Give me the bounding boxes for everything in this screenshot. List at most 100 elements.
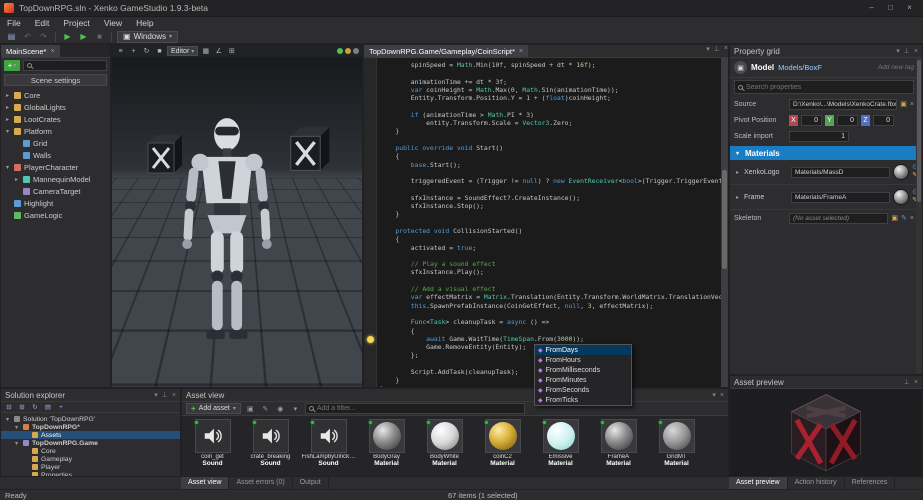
code-line[interactable]: if (animationTime > Math.PI * 3) — [380, 111, 721, 119]
code-line[interactable] — [380, 69, 721, 77]
code-line[interactable]: { — [380, 327, 721, 335]
play-icon[interactable]: ▶ — [61, 31, 74, 42]
pivot-y-field[interactable]: 0 — [837, 115, 858, 126]
code-line[interactable]: sfxInstance.Play(); — [380, 268, 721, 276]
lighting-icon[interactable] — [345, 48, 351, 54]
menu-icon[interactable]: ≡ — [115, 46, 126, 56]
code-line[interactable] — [380, 277, 721, 285]
tab-action-history[interactable]: Action history — [788, 477, 845, 489]
expand-icon[interactable]: ▸ — [4, 116, 11, 123]
asset-tile-fishlampbyulrick-liensensales[interactable]: FishLampbyUlrick-LiensenSalesSound — [301, 418, 356, 474]
close-icon[interactable]: × — [914, 379, 918, 386]
code-line[interactable]: animationTime += dt * 3f; — [380, 78, 721, 86]
collapse-icon[interactable]: ▾ — [4, 164, 11, 171]
menu-view[interactable]: View — [97, 17, 129, 30]
code-line[interactable]: spinSpeed = Math.Min(10f, spinSpeed + dt… — [380, 61, 721, 69]
scale-import-field[interactable]: 1 — [789, 131, 849, 142]
solution-tree-item-topdownrpg-game[interactable]: ▾TopDownRPG.Game — [1, 439, 180, 447]
add-asset-button[interactable]: + Add asset ▾ — [186, 403, 241, 414]
properties-icon[interactable]: ▤ — [43, 403, 53, 412]
tab-coinscript[interactable]: TopDownRPG.Game/Gameplay/CoinScript* × — [364, 45, 528, 57]
asset-tile-coinc2[interactable]: coinC2Material — [475, 418, 530, 474]
close-icon[interactable]: × — [724, 45, 728, 57]
editor-scrollbar[interactable] — [721, 58, 728, 387]
material-reference-field[interactable]: Materials/FrameA — [791, 192, 890, 203]
code-line[interactable]: base.Start(); — [380, 161, 721, 169]
solution-tree-item-properties[interactable]: Properties — [1, 471, 180, 477]
play-current-icon[interactable]: ▶ — [77, 31, 90, 42]
property-search-input[interactable] — [746, 84, 910, 91]
solution-tree-item-gameplay[interactable]: Gameplay — [1, 455, 180, 463]
completion-item-fromdays[interactable]: ◆FromDays — [535, 345, 631, 355]
code-line[interactable]: Func<Task> cleanupTask = async () => — [380, 318, 721, 326]
asset-tile-emissive[interactable]: EmissiveMaterial — [533, 418, 588, 474]
scene-tree-item-grid[interactable]: Grid — [1, 137, 110, 149]
asset-tile-framea[interactable]: FrameAMaterial — [591, 418, 646, 474]
scene-tree-item-gamelogic[interactable]: GameLogic — [1, 209, 110, 221]
preview-viewport[interactable] — [730, 389, 922, 476]
code-line[interactable]: // Add a visual effect — [380, 285, 721, 293]
menu-edit[interactable]: Edit — [28, 17, 57, 30]
completion-item-fromseconds[interactable]: ◆FromSeconds — [535, 385, 631, 395]
chevron-down-icon[interactable]: ▾ — [712, 391, 716, 399]
code-line[interactable]: // Play a sound effect — [380, 260, 721, 268]
source-field[interactable]: D:\Xenko\...\Models\XenkoCrate.fbx — [789, 99, 897, 110]
pivot-x-field[interactable]: 0 — [801, 115, 822, 126]
collapse-icon[interactable]: ▾ — [13, 424, 20, 431]
collapse-icon[interactable]: ▾ — [13, 440, 20, 447]
clear-icon[interactable]: × — [910, 215, 914, 222]
edit-icon[interactable]: ✎ — [260, 404, 271, 414]
code-line[interactable]: { — [380, 235, 721, 243]
save-icon[interactable]: ▤ — [5, 31, 18, 42]
solution-tree-item-player[interactable]: Player — [1, 463, 180, 471]
rotate-gizmo-icon[interactable]: ↻ — [141, 46, 152, 56]
code-line[interactable]: activated = true; — [380, 244, 721, 252]
stop-icon[interactable]: ■ — [93, 31, 106, 42]
code-line[interactable] — [380, 219, 721, 227]
completion-item-fromminutes[interactable]: ◆FromMinutes — [535, 375, 631, 385]
expand-icon[interactable]: ▸ — [734, 169, 741, 176]
chevron-down-icon[interactable]: ▾ — [154, 391, 158, 399]
expand-all-icon[interactable]: ⊞ — [17, 403, 27, 412]
tab-output[interactable]: Output — [293, 477, 329, 489]
translate-gizmo-icon[interactable]: + — [128, 46, 139, 56]
scale-gizmo-icon[interactable]: ■ — [154, 46, 165, 56]
add-tag-field[interactable]: Add new tag — [878, 64, 914, 71]
completion-item-fromhours[interactable]: ◆FromHours — [535, 355, 631, 365]
close-button[interactable]: × — [900, 2, 919, 15]
code-line[interactable]: } — [380, 127, 721, 135]
scene-tree-item-walls[interactable]: Walls — [1, 149, 110, 161]
scene-viewport[interactable]: ≡ + ↻ ■ Editor ▾ ▦ ∠ ⊞ — [111, 44, 363, 388]
tag-icon[interactable]: ▣ — [245, 404, 256, 414]
code-line[interactable]: Entity.Transform.Position.Y = 1 + (float… — [380, 94, 721, 102]
browse-folder-icon[interactable]: ▣ — [900, 100, 907, 108]
pin-icon[interactable]: ⊥ — [904, 47, 910, 55]
code-line[interactable] — [380, 310, 721, 318]
expand-icon[interactable]: ▸ — [13, 176, 20, 183]
collapse-icon[interactable]: ▾ — [4, 128, 11, 135]
asset-tile-bodywhite[interactable]: BodyWhiteMaterial — [417, 418, 472, 474]
snap-translate-icon[interactable]: ▦ — [200, 46, 211, 56]
code-line[interactable] — [380, 252, 721, 260]
undo-icon[interactable]: ↶ — [21, 31, 34, 42]
code-line[interactable]: sfxInstance.Stop(); — [380, 202, 721, 210]
asset-tile-coin-get[interactable]: coin_getSound — [185, 418, 240, 474]
expand-icon[interactable]: ▸ — [734, 194, 741, 201]
asset-tile-gridmt[interactable]: GridMTMaterial — [649, 418, 704, 474]
material-reference-field[interactable]: Materials/MassD — [791, 167, 890, 178]
code-line[interactable]: await Game.WaitTime(TimeSpan.From(3000))… — [380, 335, 721, 343]
skeleton-field[interactable]: (No asset selected) — [789, 213, 888, 224]
redo-icon[interactable]: ↷ — [37, 31, 50, 42]
solution-tree-item-topdownrpg[interactable]: ▾TopDownRPG* — [1, 423, 180, 431]
camera-icon[interactable] — [353, 48, 359, 54]
scene-tree-item-platform[interactable]: ▾Platform — [1, 125, 110, 137]
close-icon[interactable]: × — [720, 392, 724, 399]
chevron-down-icon[interactable]: ▾ — [290, 404, 301, 414]
maximize-button[interactable]: □ — [881, 2, 900, 15]
property-grid-scrollbar[interactable] — [916, 58, 922, 374]
chevron-down-icon[interactable]: ▾ — [706, 45, 710, 57]
expand-icon[interactable]: ▸ — [4, 104, 11, 111]
code-line[interactable]: var coinHeight = Math.Max(0, Math.Sin(an… — [380, 86, 721, 94]
code-line[interactable] — [380, 185, 721, 193]
tab-mainscene[interactable]: MainScene* × — [1, 45, 60, 57]
